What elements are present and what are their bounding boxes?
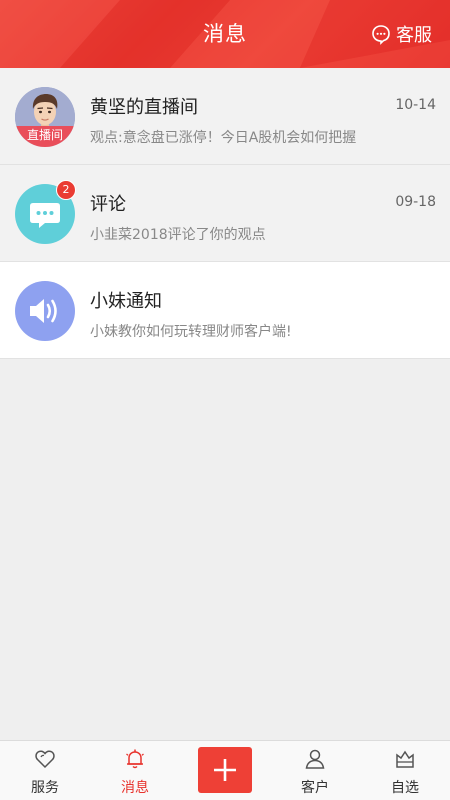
live-room-label: 直播间 xyxy=(15,126,75,147)
tab-watchlist[interactable]: 自选 xyxy=(360,741,450,800)
message-item-live-room[interactable]: 直播间 黄坚的直播间 10-14 观点:意念盘已涨停！今日A股机会如何把握 xyxy=(0,68,450,165)
message-time: 10-14 xyxy=(395,97,436,113)
tab-label: 消息 xyxy=(121,780,149,796)
tab-messages[interactable]: 消息 xyxy=(90,741,180,800)
tab-label: 客户 xyxy=(301,780,329,796)
chat-bubble-icon xyxy=(370,23,392,45)
top-header: 消息 客服 xyxy=(0,0,450,68)
message-list: 直播间 黄坚的直播间 10-14 观点:意念盘已涨停！今日A股机会如何把握 2 … xyxy=(0,68,450,359)
bell-icon xyxy=(126,749,144,769)
speaker-icon xyxy=(30,299,57,323)
tab-clients[interactable]: 客户 xyxy=(270,741,360,800)
plus-icon xyxy=(214,759,236,781)
message-title: 黄坚的直播间 xyxy=(90,97,198,118)
message-title: 小妹通知 xyxy=(90,291,162,312)
message-preview: 观点:意念盘已涨停！今日A股机会如何把握 xyxy=(90,130,357,146)
message-item-comments[interactable]: 2 评论 09-18 小韭菜2018评论了你的观点 xyxy=(0,165,450,262)
message-preview: 小韭菜2018评论了你的观点 xyxy=(90,227,266,243)
person-icon xyxy=(305,749,325,769)
crown-box-icon xyxy=(396,750,414,768)
host-avatar: 直播间 xyxy=(15,87,75,147)
tab-service[interactable]: 服务 xyxy=(0,741,90,800)
app-screen: 消息 客服 直播间 黄坚的直播间 10-14 观点:意念盘已涨停！今日A股机会如… xyxy=(0,0,450,800)
customer-service-label: 客服 xyxy=(396,25,432,46)
customer-service-button[interactable]: 客服 xyxy=(370,20,432,48)
bottom-tab-bar: 服务 消息 客户 自选 xyxy=(0,740,450,800)
tab-label: 自选 xyxy=(391,780,419,796)
message-item-notice[interactable]: 小妹通知 小妹教你如何玩转理财师客户端! xyxy=(0,262,450,359)
unread-count-badge: 2 xyxy=(56,180,76,200)
notice-avatar xyxy=(15,281,75,341)
heart-icon xyxy=(35,750,55,769)
message-preview: 小妹教你如何玩转理财师客户端! xyxy=(90,324,292,340)
message-title: 评论 xyxy=(90,194,126,215)
tab-label: 服务 xyxy=(31,780,59,796)
message-time: 09-18 xyxy=(395,194,436,210)
add-button[interactable] xyxy=(198,747,252,793)
